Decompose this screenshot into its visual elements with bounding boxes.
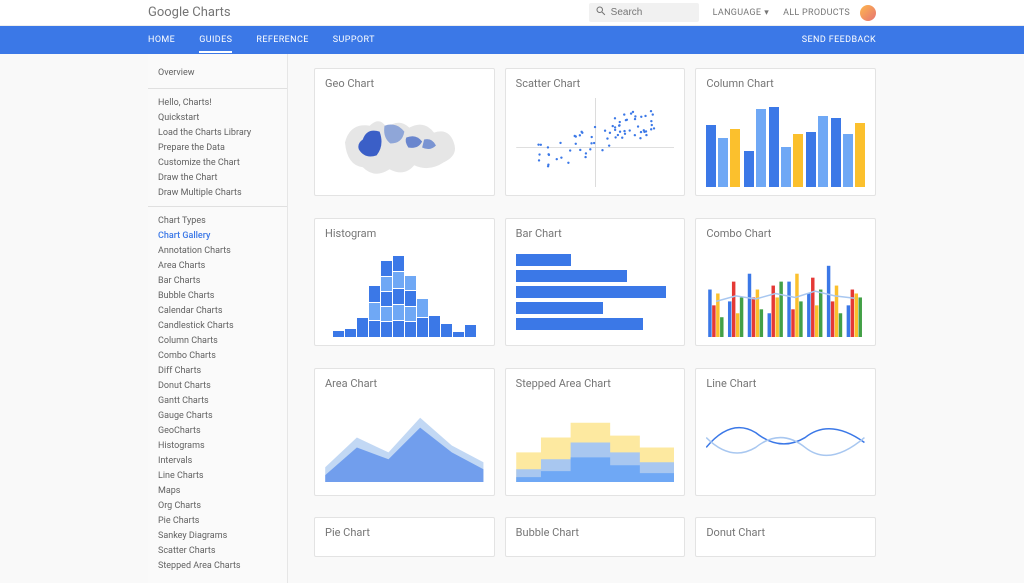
sidebar-item[interactable]: Histograms [148,438,287,453]
card-title: Bar Chart [506,219,685,244]
card-line-chart[interactable]: Line Chart [695,368,876,496]
card-combo-chart[interactable]: Combo Chart [695,218,876,346]
card-title: Geo Chart [315,69,494,94]
sidebar-chart-types-header[interactable]: Chart Types [148,213,287,228]
card-title: Combo Chart [696,219,875,244]
sidebar-item[interactable]: Calendar Charts [148,303,287,318]
search-box[interactable] [589,3,699,22]
card-stepped-area-chart[interactable]: Stepped Area Chart [505,368,686,496]
chevron-down-icon: ▾ [764,8,769,18]
sidebar-item[interactable]: Pie Charts [148,513,287,528]
area-chart-icon [325,398,484,487]
sidebar-item[interactable]: Donut Charts [148,378,287,393]
brand-title: Google Charts [148,5,589,20]
scatter-plot-icon [516,98,675,187]
language-dropdown[interactable]: LANGUAGE▾ [713,8,769,18]
nav-guides[interactable]: GUIDES [199,27,232,53]
sidebar-item[interactable]: Bar Charts [148,273,287,288]
card-bar-chart[interactable]: Bar Chart [505,218,686,346]
card-pie-chart[interactable]: Pie Chart [314,517,495,557]
primary-nav: HOME GUIDES REFERENCE SUPPORT SEND FEEDB… [0,26,1024,54]
sidebar-item[interactable]: Sankey Diagrams [148,528,287,543]
sidebar-item[interactable]: Scatter Charts [148,543,287,558]
divider [148,206,287,207]
search-input[interactable] [611,7,693,18]
nav-support[interactable]: SUPPORT [333,27,375,53]
send-feedback-link[interactable]: SEND FEEDBACK [802,35,876,45]
sidebar-item[interactable]: Draw Multiple Charts [148,185,287,200]
card-title: Donut Chart [696,518,875,543]
sidebar-item[interactable]: Org Charts [148,498,287,513]
nav-reference[interactable]: REFERENCE [256,27,308,53]
sidebar-overview[interactable]: Overview [148,64,287,82]
all-products-link[interactable]: ALL PRODUCTS [783,8,850,18]
card-title: Scatter Chart [506,69,685,94]
sidebar-item[interactable]: Draw the Chart [148,170,287,185]
sidebar-item[interactable]: Annotation Charts [148,243,287,258]
sidebar-item[interactable]: Hello, Charts! [148,95,287,110]
sidebar-item[interactable]: Quickstart [148,110,287,125]
card-column-chart[interactable]: Column Chart [695,68,876,196]
card-title: Line Chart [696,369,875,394]
sidebar: Overview Hello, Charts!QuickstartLoad th… [148,54,288,583]
nav-home[interactable]: HOME [148,27,175,53]
geo-map-icon [325,98,484,187]
card-area-chart[interactable]: Area Chart [314,368,495,496]
sidebar-item[interactable]: Line Charts [148,468,287,483]
combo-chart-icon [706,248,865,337]
card-geo-chart[interactable]: Geo Chart [314,68,495,196]
divider [148,88,287,89]
card-scatter-chart[interactable]: Scatter Chart [505,68,686,196]
card-title: Area Chart [315,369,494,394]
sidebar-item[interactable]: Area Charts [148,258,287,273]
sidebar-item[interactable]: GeoCharts [148,423,287,438]
stepped-area-icon [516,398,675,487]
sidebar-item[interactable]: Diff Charts [148,363,287,378]
card-donut-chart[interactable]: Donut Chart [695,517,876,557]
search-icon [595,5,611,20]
card-title: Histogram [315,219,494,244]
card-bubble-chart[interactable]: Bubble Chart [505,517,686,557]
sidebar-item[interactable]: Candlestick Charts [148,318,287,333]
sidebar-item[interactable]: Chart Gallery [148,228,287,243]
sidebar-item[interactable]: Column Charts [148,333,287,348]
card-histogram[interactable]: Histogram [314,218,495,346]
sidebar-item[interactable]: Gantt Charts [148,393,287,408]
chart-gallery-grid: Geo Chart Scatter Chart [288,54,876,583]
sidebar-item[interactable]: Bubble Charts [148,288,287,303]
line-chart-icon [706,398,865,487]
sidebar-item[interactable]: Prepare the Data [148,140,287,155]
card-title: Bubble Chart [506,518,685,543]
card-title: Pie Chart [315,518,494,543]
sidebar-item[interactable]: Customize the Chart [148,155,287,170]
sidebar-item[interactable]: Intervals [148,453,287,468]
sidebar-item[interactable]: Stepped Area Charts [148,558,287,573]
sidebar-item[interactable]: Maps [148,483,287,498]
card-title: Column Chart [696,69,875,94]
card-title: Stepped Area Chart [506,369,685,394]
avatar[interactable] [860,5,876,21]
sidebar-item[interactable]: Gauge Charts [148,408,287,423]
sidebar-item[interactable]: Combo Charts [148,348,287,363]
sidebar-item[interactable]: Load the Charts Library [148,125,287,140]
